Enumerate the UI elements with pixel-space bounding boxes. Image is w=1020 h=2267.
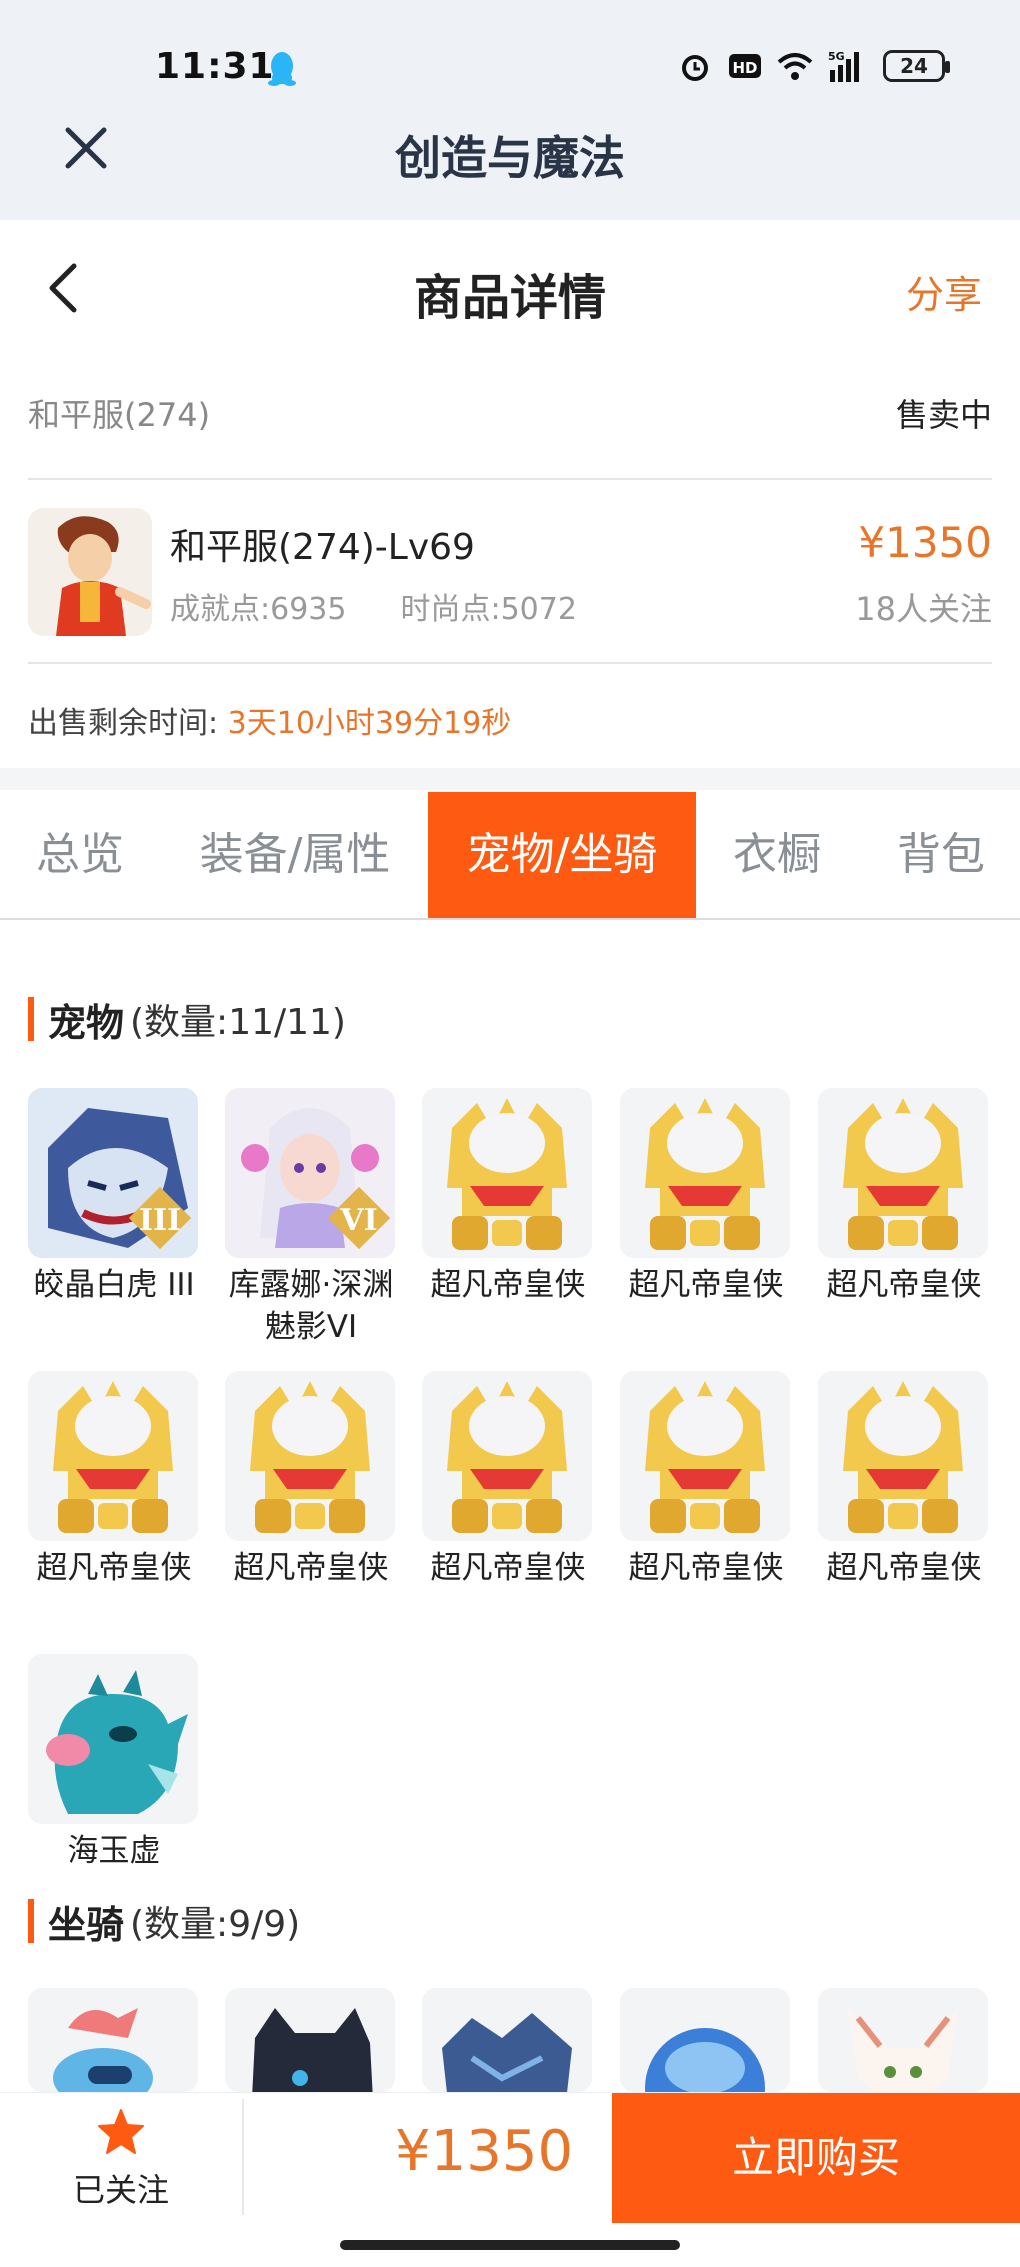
mount-1 [28,1988,198,2092]
tab-equipment[interactable]: 装备/属性 [174,792,416,918]
qq-icon [268,52,296,86]
remaining-time-value: 3天10小时39分19秒 [227,706,512,741]
character-avatar [28,508,152,636]
tab-bar: 总览 装备/属性 宠物/坐骑 衣橱 背包 [0,792,1020,920]
pet-name: 超凡帝皇侠 [628,1550,784,1586]
golden-emperor-icon [818,1371,988,1541]
sea-dragon-icon [28,1654,198,1824]
pet-name: 库露娜·深渊魅影VI [228,1267,394,1345]
mount-item[interactable] [422,1988,594,2092]
tab-pets-mounts[interactable]: 宠物/坐骑 [428,792,696,918]
mount-item[interactable] [225,1988,397,2092]
tab-bag[interactable]: 背包 [866,792,1016,918]
svg-text:VI: VI [339,1203,377,1238]
home-indicator[interactable] [340,2240,680,2250]
section-accent-bar [28,997,34,1041]
signal-icon: 5G [828,50,859,82]
svg-text:HD: HD [732,59,757,77]
page-title: 商品详情 [413,270,606,326]
app-bar: 创造与魔法 [0,90,1020,220]
pet-item[interactable]: 海玉虚 [28,1654,200,1872]
follow-button[interactable]: 已关注 [0,2093,242,2223]
product-title: 和平服(274)-Lv69 [170,527,475,568]
pet-item[interactable]: 超凡帝皇侠 [818,1371,990,1589]
mounts-title: 坐骑 [48,1902,125,1947]
golden-emperor-icon [818,1088,988,1258]
product-meta: 成就点:6935 时尚点:5072 [170,584,631,628]
status-time: 11:31 [155,46,275,87]
pet-name: 超凡帝皇侠 [233,1550,389,1586]
sale-status: 售卖中 [895,396,992,434]
mount-item[interactable] [818,1988,990,2092]
app-title: 创造与魔法 [395,131,625,185]
golden-emperor-icon [28,1371,198,1541]
product-price: ¥1350 [858,518,992,567]
pet-item[interactable]: III 皎晶白虎 III [28,1088,200,1306]
pet-name: 海玉虚 [67,1833,161,1869]
nav-bar: 商品详情 分享 [0,222,1020,352]
svg-text:III: III [139,1203,181,1238]
server-name: 和平服(274) [28,396,211,434]
wifi-icon [777,53,813,80]
pet-name: 超凡帝皇侠 [430,1267,586,1303]
pet-item[interactable]: 超凡帝皇侠 [28,1371,200,1589]
mounts-section-header: 坐骑 (数量:9/9) [28,1898,301,1947]
pet-name: 超凡帝皇侠 [826,1550,982,1586]
kuluna-icon: VI [225,1088,395,1258]
pet-name: 超凡帝皇侠 [430,1550,586,1586]
pet-name: 超凡帝皇侠 [826,1267,982,1303]
pet-item[interactable]: 超凡帝皇侠 [620,1088,792,1306]
hd-icon: HD [729,54,761,78]
follower-count: 18人关注 [855,590,992,628]
alarm-icon [682,55,708,81]
vertical-divider [242,2099,244,2215]
pet-item[interactable]: 超凡帝皇侠 [225,1371,397,1589]
golden-emperor-icon [422,1088,592,1258]
total-price: ¥1350 [395,2119,574,2184]
battery-icon: 24 [883,50,950,82]
pet-item[interactable]: VI 库露娜·深渊魅影VI [225,1088,397,1348]
tab-overview[interactable]: 总览 [0,792,160,918]
bottom-action-bar: 已关注 ¥1350 立即购买 [0,2092,1020,2223]
share-button[interactable]: 分享 [906,264,982,319]
pet-item[interactable]: 超凡帝皇侠 [620,1371,792,1589]
mounts-count: (数量:9/9) [130,1904,301,1945]
star-icon [98,2109,144,2154]
remaining-time: 出售剩余时间: 3天10小时39分19秒 [28,698,511,742]
tab-wardrobe[interactable]: 衣橱 [708,792,846,918]
buy-now-button[interactable]: 立即购买 [612,2093,1020,2223]
pet-name: 超凡帝皇侠 [36,1550,192,1586]
golden-emperor-icon [422,1371,592,1541]
pet-name: 超凡帝皇侠 [628,1267,784,1303]
product-card[interactable]: 和平服(274)-Lv69 成就点:6935 时尚点:5072 ¥1350 18人… [28,508,992,636]
mount-4 [620,1988,790,2092]
mount-5 [818,1988,988,2092]
pet-item[interactable]: 超凡帝皇侠 [422,1088,594,1306]
golden-emperor-icon [225,1371,395,1541]
pets-title: 宠物 [48,1000,125,1045]
mount-3 [422,1988,592,2092]
status-icons: HD 5G 24 [677,48,950,84]
golden-emperor-icon [620,1371,790,1541]
divider [28,662,992,664]
pet-item[interactable]: 超凡帝皇侠 [422,1371,594,1589]
server-row: 和平服(274) 售卖中 [28,390,992,440]
mount-item[interactable] [620,1988,792,2092]
section-separator [0,768,1020,790]
signal-label: 5G [828,50,845,63]
divider [28,478,992,480]
pet-item[interactable]: 超凡帝皇侠 [818,1088,990,1306]
pets-count: (数量:11/11) [130,1002,346,1043]
white-tiger-icon: III [28,1088,198,1258]
mount-item[interactable] [28,1988,200,2092]
mount-2 [225,1988,395,2092]
pet-name: 皎晶白虎 III [33,1267,195,1303]
section-accent-bar [28,1899,34,1943]
fashion-points: 时尚点:5072 [400,592,577,627]
pets-section-header: 宠物 (数量:11/11) [28,996,346,1045]
achievement-points: 成就点:6935 [170,592,347,627]
golden-emperor-icon [620,1088,790,1258]
follow-label: 已关注 [72,2171,169,2209]
remaining-time-label: 出售剩余时间: [28,706,219,741]
